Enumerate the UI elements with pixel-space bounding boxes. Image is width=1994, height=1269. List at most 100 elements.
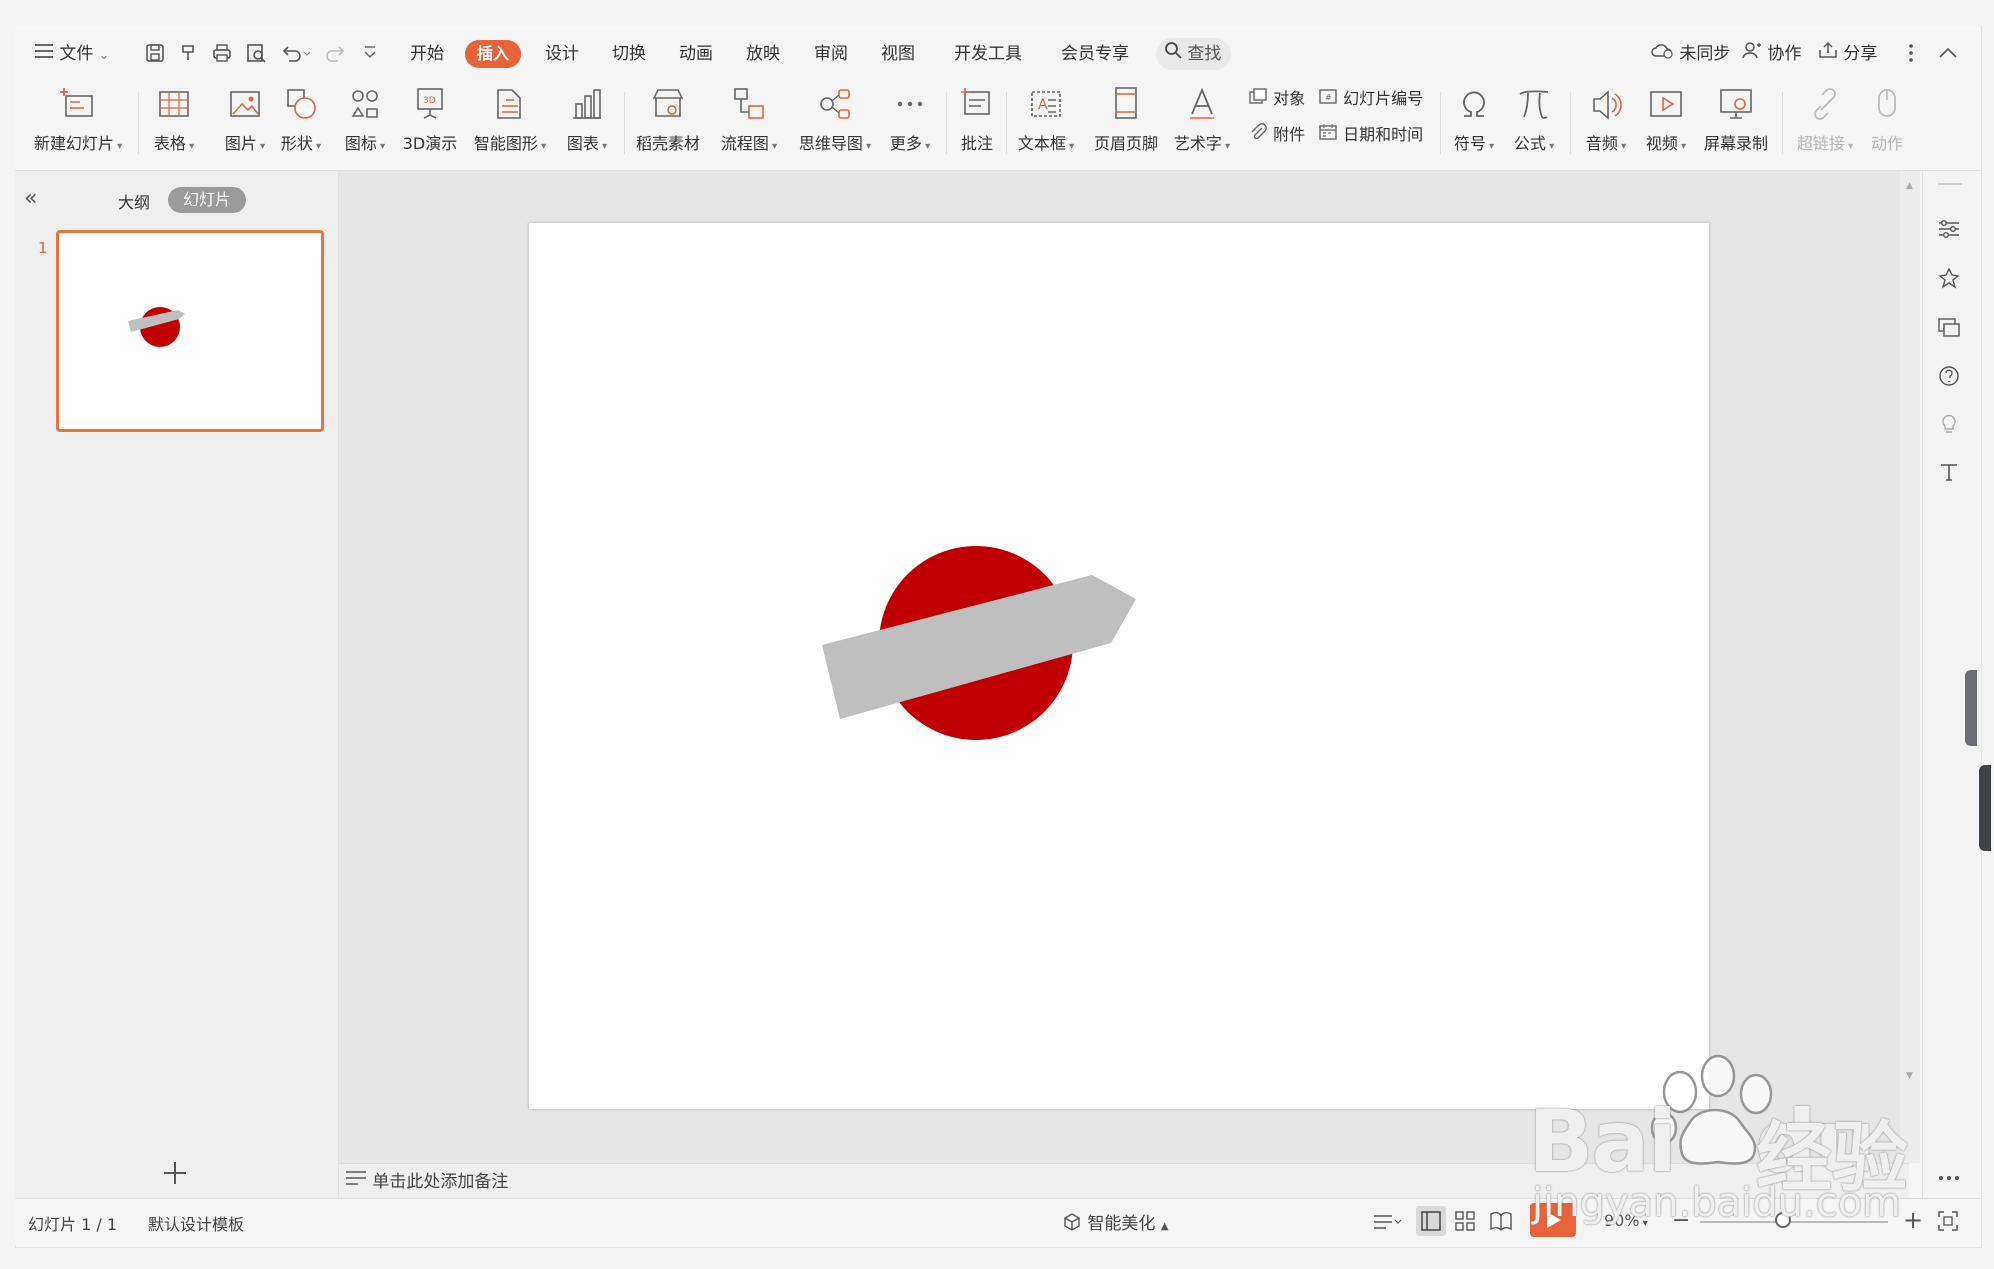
collab-button[interactable]: 协作: [1742, 26, 1801, 82]
more-button[interactable]: 更多 ▾: [882, 84, 938, 168]
flowchart-button[interactable]: 流程图 ▾: [714, 84, 784, 168]
slide-thumbnail[interactable]: [56, 230, 324, 432]
icons-gallery-icon: [351, 90, 378, 118]
design-template[interactable]: 默认设计模板: [148, 1211, 244, 1235]
3d-demo-button[interactable]: 3D 3D演示: [400, 84, 460, 168]
slide-number-button[interactable]: # 幻灯片编号: [1318, 86, 1423, 112]
tab-insert[interactable]: 插入: [465, 40, 522, 68]
reading-view-icon[interactable]: [1489, 1210, 1513, 1236]
file-menu[interactable]: 文件 ⌄: [34, 26, 109, 82]
search-icon: [1164, 38, 1182, 70]
tab-transition[interactable]: 切换: [612, 26, 646, 82]
formula-button[interactable]: 公式 ▾: [1506, 84, 1562, 168]
vertical-scrollbar[interactable]: ▲ ▼: [1900, 171, 1920, 1163]
symbol-button[interactable]: 符号 ▾: [1446, 84, 1502, 168]
notes-icon: [345, 1164, 367, 1200]
print-icon[interactable]: [211, 42, 233, 68]
customize-qat-icon[interactable]: [362, 44, 378, 66]
tab-home[interactable]: 开始: [410, 26, 444, 82]
picture-icon: [230, 91, 260, 117]
more-options-icon[interactable]: [1937, 1168, 1961, 1187]
search-box[interactable]: 查找: [1156, 38, 1232, 70]
slides-tab[interactable]: 幻灯片: [168, 187, 246, 213]
table-button[interactable]: 表格 ▾: [146, 84, 202, 168]
fit-window-icon[interactable]: [1937, 1210, 1959, 1236]
slide-canvas[interactable]: [529, 223, 1709, 1109]
mindmap-button[interactable]: 思维导图 ▾: [794, 84, 876, 168]
scroll-up-arrow[interactable]: ▲: [1906, 181, 1913, 191]
symbol-label: 符号 ▾: [1453, 134, 1495, 153]
more-horizontal-icon: [897, 101, 923, 107]
hyperlink-button[interactable]: 超链接 ▾: [1790, 84, 1860, 168]
paperclip-icon: [1248, 122, 1268, 149]
picture-button[interactable]: 图片 ▾: [218, 84, 272, 168]
ribbon-divider: [1006, 92, 1007, 154]
add-slide-icon[interactable]: [160, 1158, 190, 1192]
chart-button[interactable]: 图表 ▾: [560, 84, 614, 168]
sync-status[interactable]: 未同步: [1650, 26, 1730, 82]
flowchart-label: 流程图 ▾: [720, 134, 778, 153]
comment-button[interactable]: 批注: [954, 84, 1000, 168]
audio-button[interactable]: 音频 ▾: [1578, 84, 1634, 168]
header-footer-button[interactable]: 页眉页脚: [1090, 84, 1162, 168]
side-widget-handle[interactable]: [1965, 670, 1977, 746]
slide-number-icon: #: [1318, 87, 1338, 113]
tab-review[interactable]: 审阅: [814, 26, 848, 82]
store-icon: [652, 89, 684, 117]
collapse-ribbon-icon[interactable]: [1938, 44, 1958, 63]
tab-animation[interactable]: 动画: [679, 26, 713, 82]
format-painter-icon[interactable]: [178, 42, 200, 68]
tab-view[interactable]: 视图: [881, 26, 915, 82]
ribbon-divider: [138, 92, 139, 154]
slide-sorter-icon[interactable]: [1454, 1210, 1476, 1236]
new-slide-button[interactable]: 新建幻灯片 ▾: [28, 84, 128, 168]
wordart-button[interactable]: 艺术字 ▾: [1170, 84, 1234, 168]
screen-record-button[interactable]: 屏幕录制: [1698, 84, 1774, 168]
redo-icon[interactable]: [325, 42, 347, 68]
datetime-button[interactable]: 日期和时间: [1318, 122, 1423, 148]
more-vertical-icon[interactable]: [1907, 42, 1915, 68]
smart-beautify-button[interactable]: 智能美化 ▲: [1062, 1209, 1169, 1237]
save-icon[interactable]: [144, 42, 166, 68]
speaker-icon: [1593, 90, 1622, 120]
action-button[interactable]: 动作: [1862, 84, 1912, 168]
scroll-down-arrow[interactable]: ▼: [1906, 1071, 1913, 1081]
ribbon-divider: [624, 92, 625, 154]
properties-icon[interactable]: [1937, 218, 1961, 244]
share-button[interactable]: 分享: [1818, 26, 1877, 82]
star-effects-icon[interactable]: [1937, 266, 1961, 294]
object-button[interactable]: 对象: [1248, 86, 1305, 112]
tab-developer[interactable]: 开发工具: [954, 26, 1022, 82]
print-preview-icon[interactable]: [245, 42, 267, 68]
undo-icon[interactable]: [280, 42, 311, 68]
tab-slideshow[interactable]: 放映: [746, 26, 780, 82]
slide-layout-icon[interactable]: [1937, 316, 1961, 342]
material-label: 稻壳素材: [635, 134, 700, 153]
textbox-button[interactable]: A 文本框 ▾: [1014, 84, 1078, 168]
attachment-button[interactable]: 附件: [1248, 122, 1305, 148]
share-label: 分享: [1843, 44, 1878, 64]
side-widget-handle-2[interactable]: [1979, 765, 1991, 851]
collapse-panel-icon[interactable]: «: [24, 186, 37, 211]
zoom-in-icon[interactable]: +: [1903, 1208, 1923, 1232]
tab-design[interactable]: 设计: [545, 26, 579, 82]
text-icon[interactable]: [1937, 460, 1961, 488]
help-icon[interactable]: [1937, 364, 1961, 392]
outline-tab[interactable]: 大纲: [118, 189, 150, 213]
ribbon-divider: [1782, 92, 1783, 154]
material-button[interactable]: 稻壳素材: [632, 84, 704, 168]
header-footer-icon: [1115, 87, 1137, 119]
3d-demo-label: 3D演示: [402, 134, 458, 153]
video-button[interactable]: 视频 ▾: [1638, 84, 1694, 168]
new-slide-icon: [60, 88, 93, 117]
normal-view-icon[interactable]: [1416, 1206, 1446, 1236]
lightbulb-icon[interactable]: [1937, 412, 1961, 440]
tab-member[interactable]: 会员专享: [1061, 26, 1129, 82]
shape-button[interactable]: 形状 ▾: [274, 84, 328, 168]
icon-button[interactable]: 图标 ▾: [338, 84, 392, 168]
chevron-down-icon: ⌄: [98, 48, 109, 62]
collab-label: 协作: [1767, 44, 1802, 64]
smartart-button[interactable]: 智能图形 ▾: [470, 84, 550, 168]
shape-label: 形状 ▾: [280, 134, 322, 153]
notes-toggle-icon[interactable]: [1372, 1210, 1402, 1238]
